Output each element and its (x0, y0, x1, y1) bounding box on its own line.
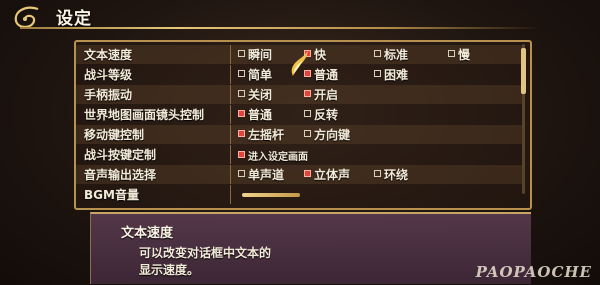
setting-row-camera[interactable]: 世界地图画面镜头控制 普通 反转 (76, 105, 522, 124)
scrollbar-thumb[interactable] (521, 48, 526, 94)
option-left-stick[interactable]: 左摇杆 (238, 126, 284, 143)
watermark: PAOPAOCHE (475, 263, 592, 281)
setting-label: 文本速度 (84, 48, 133, 62)
setting-label: 手柄振动 (84, 88, 133, 102)
option-standard[interactable]: 标准 (374, 46, 408, 63)
title-underline (20, 27, 540, 29)
setting-label: 音声输出选择 (84, 168, 157, 182)
cursor-flame-icon (291, 51, 308, 76)
setting-row-bgm-volume[interactable]: BGM音量 (76, 185, 522, 204)
description-line-2: 显示速度。 (139, 263, 200, 277)
description-box: 文本速度 可以改变对话框中文本的 显示速度。 (90, 212, 531, 284)
option-surround[interactable]: 环绕 (374, 166, 408, 183)
setting-row-battle-keys[interactable]: 战斗按键定制 进入设定画面 (76, 145, 522, 164)
setting-label: 战斗等级 (84, 68, 133, 82)
setting-label: 世界地图画面镜头控制 (84, 108, 205, 122)
option-stereo[interactable]: 立体声 (304, 166, 350, 183)
setting-row-vibration[interactable]: 手柄振动 关闭 开启 (76, 85, 522, 104)
option-easy[interactable]: 简单 (238, 66, 272, 83)
description-title: 文本速度 (121, 226, 174, 241)
setting-label: BGM音量 (84, 188, 139, 202)
option-mono[interactable]: 单声道 (238, 166, 284, 183)
option-off[interactable]: 关闭 (238, 86, 272, 103)
option-camera-normal[interactable]: 普通 (238, 106, 272, 123)
bgm-volume-slider[interactable] (242, 193, 300, 197)
option-hard[interactable]: 困难 (374, 66, 408, 83)
description-line-1: 可以改变对话框中文本的 (139, 246, 272, 260)
setting-label: 移动键控制 (84, 128, 145, 142)
setting-row-move-key[interactable]: 移动键控制 左摇杆 方向键 (76, 125, 522, 144)
option-instant[interactable]: 瞬间 (238, 46, 272, 63)
option-dpad[interactable]: 方向键 (304, 126, 350, 143)
option-enter-config[interactable]: 进入设定画面 (238, 148, 308, 163)
page-title: 设定 (56, 9, 92, 29)
option-slow[interactable]: 慢 (448, 46, 470, 63)
option-on[interactable]: 开启 (304, 86, 338, 103)
option-camera-invert[interactable]: 反转 (304, 106, 338, 123)
setting-row-audio-output[interactable]: 音声输出选择 单声道 立体声 环绕 (76, 165, 522, 184)
title-bar: 设定 (0, 0, 600, 34)
setting-label: 战斗按键定制 (84, 148, 157, 162)
